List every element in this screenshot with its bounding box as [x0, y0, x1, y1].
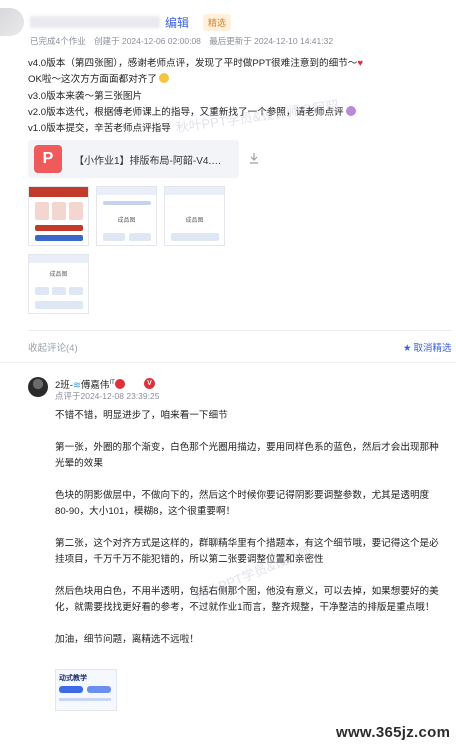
- changelog-line: v2.0版本迭代，根据傅老师课上的指导，又重新找了一个参照，请老师点评: [28, 105, 448, 121]
- comment-paragraph: 加油，细节问题，离精选不远啦！: [55, 633, 199, 645]
- thumbnail-image[interactable]: [28, 186, 89, 246]
- edit-link[interactable]: 编辑: [165, 14, 189, 31]
- ppt-file-icon: P: [34, 145, 62, 173]
- post-changelog: v4.0版本（第四张图），感谢老师点评，发现了平时做PPT很难注意到的细节～♥ …: [28, 56, 448, 137]
- thumbnail-image[interactable]: 成品图: [164, 186, 225, 246]
- changelog-line: v1.0版本提交，辛苦老师点评指导: [28, 123, 171, 135]
- changelog-line: v4.0版本（第四张图），感谢老师点评，发现了平时做PPT很难注意到的细节～♥: [28, 58, 364, 69]
- star-icon: ★: [403, 343, 412, 354]
- site-watermark: www.365jz.com: [336, 724, 451, 741]
- changelog-line: v3.0版本来袭～第三张图片: [28, 90, 143, 102]
- collapse-comments-button[interactable]: 收起评论(4): [28, 340, 78, 354]
- post-header: 编辑 精选 已完成4个作业 创建于 2024-12-06 02:00:08 最后…: [0, 8, 456, 48]
- smile-emoji-icon: [159, 73, 169, 84]
- comment-item: 2班-≋傅嘉伟IT V 点评于2024-12-08 23:39:25 不错不错，…: [0, 362, 456, 747]
- comment-paragraph: 第二张，这个对齐方式是这样的，群聊精华里有个措题本，有这个细节哦，要记得这个是必…: [55, 537, 439, 566]
- comment-paragraph: 不错不错，明显进步了，咱来看一下细节: [55, 410, 228, 421]
- fire-icon: [114, 379, 125, 389]
- comment-paragraph: 第一张，外圈的那个渐变，白色那个光圈用描边，要用同样色系的蓝色，然后才会出现那种…: [55, 441, 439, 470]
- comment-paragraph: 然后色块用白色，不用半透明，包括右侧那个图，他没有意义，可以去掉，如果想要好的美…: [55, 585, 439, 614]
- download-icon[interactable]: [249, 152, 259, 164]
- attachment-card[interactable]: P 【小作业1】排版布局-阿韶-V4.0....: [28, 140, 239, 178]
- changelog-line: OK啦～这次方方面面都对齐了: [28, 72, 448, 88]
- section-divider: [28, 330, 452, 331]
- commenter-name[interactable]: 2班-≋傅嘉伟IT: [55, 377, 125, 391]
- comment-body: 不错不错，明显进步了，咱来看一下细节 第一张，外圈的那个渐变，白色那个光圈用描边…: [55, 408, 439, 663]
- featured-badge: 精选: [203, 14, 232, 31]
- comment-time: 点评于2024-12-08 23:39:25: [55, 391, 160, 401]
- heart-icon: ♥: [357, 58, 364, 69]
- updated-time: 最后更新于 2024-12-10 14:41:32: [209, 36, 334, 46]
- commenter-avatar[interactable]: [28, 377, 48, 397]
- author-avatar[interactable]: [0, 8, 24, 36]
- person-emoji-icon: [345, 105, 356, 116]
- verified-badge-icon: V: [144, 378, 155, 389]
- comment-image[interactable]: 动式教学: [55, 669, 117, 711]
- thumbnail-image[interactable]: 成品图: [28, 254, 89, 314]
- created-time: 创建于 2024-12-06 02:00:08: [94, 36, 201, 46]
- comment-paragraph: 色块的阴影做层中，不做向下的，然后这个时候你要记得阴影要调整参数，尤其是透明度8…: [55, 489, 430, 518]
- works-count: 已完成4个作业: [30, 36, 86, 46]
- attachment-filename: 【小作业1】排版布局-阿韶-V4.0....: [74, 156, 224, 167]
- thumbnail-image[interactable]: 成品图: [96, 186, 157, 246]
- author-name-blurred: [30, 16, 160, 28]
- post-meta: 已完成4个作业 创建于 2024-12-06 02:00:08 最后更新于 20…: [30, 35, 339, 47]
- unstar-button[interactable]: ★ 取消精选: [403, 340, 452, 354]
